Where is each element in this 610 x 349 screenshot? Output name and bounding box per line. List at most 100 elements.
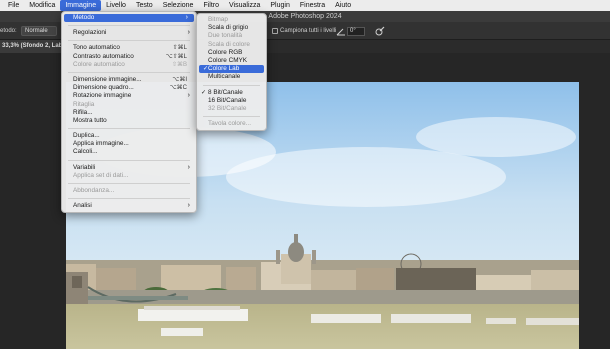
submenu-arrow-icon: › bbox=[185, 14, 188, 21]
menu-separator bbox=[68, 183, 190, 184]
image-menu-item-metodo[interactable]: Metodo › bbox=[64, 14, 194, 23]
mode-menu-item-16-bit-canale[interactable]: 16 Bit/Canale bbox=[197, 97, 266, 105]
menu-livello[interactable]: Livello bbox=[101, 0, 131, 11]
mode-submenu: Bitmap Scala di grigio Due tonalità Scala d… bbox=[196, 13, 267, 132]
menu-bar: File Modifica Immagine Livello Testo Selezion… bbox=[0, 0, 610, 11]
image-menu-item-ritaglia: Ritaglia bbox=[62, 101, 196, 109]
image-menu-item-label: Ritaglia bbox=[73, 100, 95, 108]
image-menu-item-label: Mostra tutto bbox=[73, 116, 107, 124]
menu-testo[interactable]: Testo bbox=[131, 0, 158, 11]
mode-menu-item-label: 16 Bit/Canale bbox=[208, 96, 247, 104]
image-menu-item-contrasto-automatico[interactable]: Contrasto automatico ⌥⇧⌘L bbox=[62, 53, 196, 61]
mode-menu-item-label: Colore Lab bbox=[208, 65, 240, 73]
method-label: etodo: bbox=[0, 28, 17, 34]
image-menu-item-label: Analisi bbox=[73, 202, 92, 210]
submenu-arrow-icon: › bbox=[187, 29, 190, 37]
image-menu-item-label: Metodo bbox=[73, 14, 95, 21]
image-menu-item-rotazione-immagine[interactable]: Rotazione immagine › bbox=[62, 92, 196, 100]
image-menu-item-analisi[interactable]: Analisi › bbox=[62, 202, 196, 210]
mode-menu-item-label: Multicanale bbox=[208, 73, 241, 81]
menu-selezione[interactable]: Selezione bbox=[158, 0, 199, 11]
menu-immagine[interactable]: Immagine bbox=[60, 0, 102, 11]
shortcut-label: ⌥⌘I bbox=[172, 76, 187, 83]
menu-separator bbox=[68, 40, 190, 42]
menu-separator bbox=[68, 159, 190, 161]
shortcut-label: ⌥⇧⌘L bbox=[165, 53, 187, 60]
shortcut-label: ⇧⌘L bbox=[172, 45, 187, 52]
menu-file[interactable]: File bbox=[0, 0, 24, 11]
submenu-arrow-icon: › bbox=[187, 163, 190, 171]
image-menu-item-mostra-tutto[interactable]: Mostra tutto bbox=[62, 117, 196, 125]
menu-modifica[interactable]: Modifica bbox=[24, 0, 60, 11]
mode-menu-item-tavola-colore: Tavola colore... bbox=[197, 120, 266, 128]
mode-menu-item-colore-cmyk[interactable]: Colore CMYK bbox=[197, 57, 266, 65]
image-menu-item-rifila[interactable]: Rifila... bbox=[62, 109, 196, 117]
image-menu-item-colore-automatico: Colore automatico ⇧⌘B bbox=[62, 61, 196, 69]
mode-menu-item-scala-di-colore: Scala di colore bbox=[197, 41, 266, 49]
menu-aiuto[interactable]: Aiuto bbox=[330, 0, 356, 11]
angle-icon bbox=[336, 26, 346, 36]
mode-menu-item-label: Colore CMYK bbox=[208, 56, 248, 64]
angle-field[interactable]: 0° bbox=[347, 27, 365, 36]
image-menu-item-calcoli[interactable]: Calcoli... bbox=[62, 148, 196, 156]
mode-menu-item-label: Colore RGB bbox=[208, 48, 243, 56]
mode-menu-item-scala-di-grigio[interactable]: Scala di grigio bbox=[197, 24, 266, 32]
image-menu-item-applica-immagine[interactable]: Applica immagine... bbox=[62, 140, 196, 148]
image-menu-item-variabili[interactable]: Variabili › bbox=[62, 164, 196, 172]
image-menu-item-label: Applica set di dati... bbox=[73, 171, 129, 179]
image-menu-item-regolazioni[interactable]: Regolazioni › bbox=[62, 29, 196, 37]
image-menu-item-label: Contrasto automatico bbox=[73, 52, 134, 60]
image-menu-item-label: Applica immagine... bbox=[73, 140, 129, 148]
menu-separator bbox=[68, 25, 190, 27]
image-menu-item-duplica[interactable]: Duplica... bbox=[62, 132, 196, 140]
document-tab[interactable]: 33,3% (Sfondo 2, Lab bbox=[0, 40, 69, 53]
menu-separator bbox=[68, 71, 190, 73]
menu-separator bbox=[68, 198, 190, 200]
shortcut-label: ⇧⌘B bbox=[171, 61, 187, 68]
shortcut-label: ⌥⌘C bbox=[169, 85, 187, 92]
mode-menu-item-colore-lab[interactable]: ✓ Colore Lab bbox=[199, 65, 264, 74]
image-menu-item-label: Rotazione immagine bbox=[73, 92, 132, 100]
menu-plugin[interactable]: Plugin bbox=[265, 0, 294, 11]
image-menu-item-dimensione-quadro[interactable]: Dimensione quadro... ⌥⌘C bbox=[62, 84, 196, 92]
menu-separator bbox=[68, 128, 190, 130]
mode-menu-item-label: Due tonalità bbox=[208, 32, 243, 40]
image-menu-item-label: Rifila... bbox=[73, 108, 93, 116]
mode-menu-item-label: Scala di grigio bbox=[208, 24, 249, 32]
image-menu-item-dimensione-immagine[interactable]: Dimensione immagine... ⌥⌘I bbox=[62, 76, 196, 84]
mode-menu-item-label: 8 Bit/Canale bbox=[208, 88, 243, 96]
image-menu-item-applica-set-di-dati: Applica set di dati... bbox=[62, 172, 196, 180]
image-menu-item-label: Regolazioni bbox=[73, 29, 107, 37]
sample-all-layers-label: Campiona tutti i livelli bbox=[280, 28, 337, 34]
mode-menu-item-label: Tavola colore... bbox=[208, 120, 251, 128]
mode-menu-item-label: Bitmap bbox=[208, 16, 228, 23]
image-menu-item-label: Calcoli... bbox=[73, 148, 98, 156]
menu-separator bbox=[203, 116, 260, 118]
image-menu-item-tono-automatico[interactable]: Tono automatico ⇧⌘L bbox=[62, 44, 196, 52]
method-select[interactable]: Normale bbox=[21, 26, 57, 36]
image-menu-item-label: Duplica... bbox=[73, 132, 100, 140]
mode-menu-item-multicanale[interactable]: Multicanale bbox=[197, 73, 266, 81]
sample-all-layers-checkbox[interactable] bbox=[272, 28, 278, 34]
mode-menu-item-32-bit-canale: 32 Bit/Canale bbox=[197, 105, 266, 113]
menu-filtro[interactable]: Filtro bbox=[198, 0, 224, 11]
submenu-arrow-icon: › bbox=[187, 92, 190, 100]
image-menu-dropdown: Metodo › Regolazioni › Tono automatico ⇧⌘L Con… bbox=[61, 11, 197, 214]
mode-menu-item-bitmap: Bitmap bbox=[197, 16, 266, 24]
mode-menu-item-due-tonalit: Due tonalità bbox=[197, 32, 266, 40]
image-menu-item-abbondanza: Abbondanza... bbox=[62, 187, 196, 195]
checkmark-icon: ✓ bbox=[201, 89, 207, 96]
mode-menu-item-8-bit-canale[interactable]: ✓ 8 Bit/Canale bbox=[197, 89, 266, 97]
mode-menu-item-label: 32 Bit/Canale bbox=[208, 104, 247, 112]
image-menu-item-label: Abbondanza... bbox=[73, 187, 115, 194]
submenu-arrow-icon: › bbox=[187, 202, 190, 210]
brush-settings-icon[interactable] bbox=[375, 26, 385, 36]
menu-visualizza[interactable]: Visualizza bbox=[224, 0, 265, 11]
menu-finestra[interactable]: Finestra bbox=[295, 0, 330, 11]
image-menu-item-label: Tono automatico bbox=[73, 44, 120, 52]
mode-menu-item-label: Scala di colore bbox=[208, 40, 250, 48]
checkmark-icon: ✓ bbox=[203, 66, 209, 73]
image-menu-item-label: Colore automatico bbox=[73, 60, 125, 68]
menu-separator bbox=[203, 84, 260, 86]
mode-menu-item-colore-rgb[interactable]: Colore RGB bbox=[197, 49, 266, 57]
